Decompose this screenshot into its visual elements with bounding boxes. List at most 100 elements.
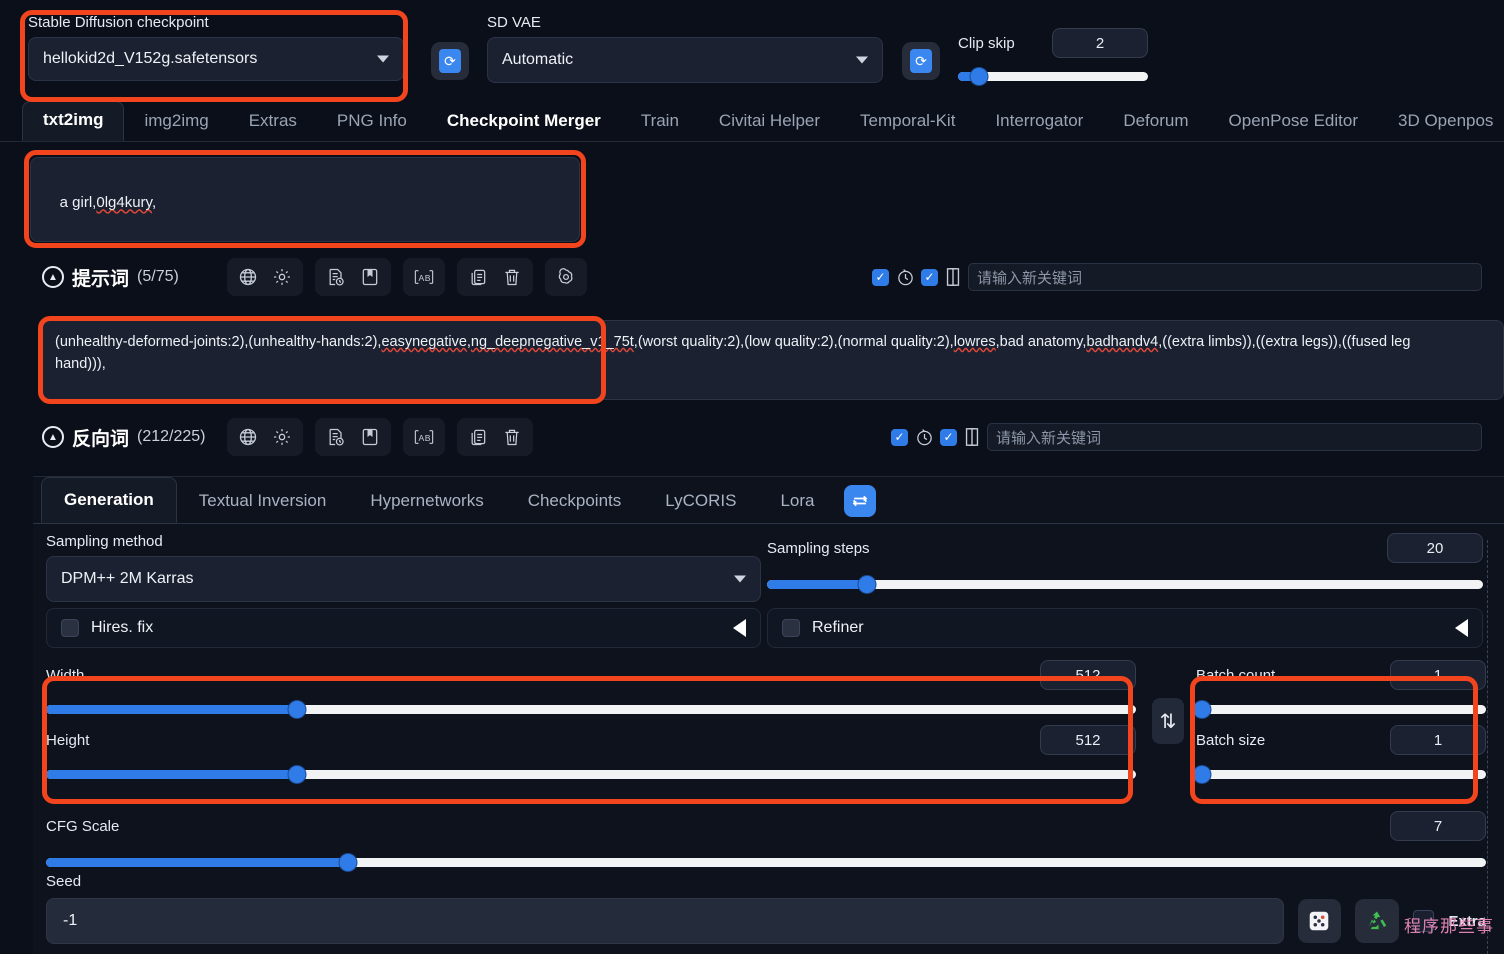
batch-size-value[interactable]: 1 [1390, 725, 1486, 755]
height-slider[interactable] [46, 765, 1136, 783]
clock-icon[interactable] [914, 427, 934, 447]
tab-openpose-editor[interactable]: OpenPose Editor [1209, 103, 1378, 141]
prompt-accordion-header[interactable]: ▲ 提示词 (5/75) [42, 264, 227, 291]
slider-knob[interactable] [1193, 765, 1211, 783]
swap-dimensions-button[interactable]: ⇅ [1152, 698, 1184, 744]
cfg-scale-slider[interactable] [46, 853, 1486, 871]
refresh-icon: ⟳ [910, 49, 932, 73]
watermark-text: 程序那些事 [1404, 917, 1494, 936]
text-cursor-icon[interactable] [944, 267, 962, 287]
slider-fill [767, 579, 868, 589]
gear-icon[interactable] [267, 262, 297, 292]
text-cursor-icon[interactable] [963, 427, 981, 447]
panel-tab-bar: Generation Textual Inversion Hypernetwor… [33, 477, 1504, 524]
prompt-keyword-input[interactable]: 请输入新关键词 [968, 263, 1482, 291]
tab-txt2img[interactable]: txt2img [22, 101, 125, 141]
tab-temporal-kit[interactable]: Temporal-Kit [840, 103, 975, 141]
keyword-checkbox-2[interactable]: ✓ [940, 428, 957, 446]
refresh-networks-button[interactable] [844, 485, 877, 517]
sampling-steps-value[interactable]: 20 [1387, 533, 1483, 563]
refresh-checkpoint-button[interactable]: ⟳ [431, 42, 469, 80]
refresh-vae-button[interactable]: ⟳ [902, 42, 940, 80]
width-value[interactable]: 512 [1040, 660, 1136, 690]
negative-accordion-header[interactable]: ▲ 反向词 (212/225) [42, 424, 227, 451]
prompt-textarea[interactable]: a girl,0lg4kury, [30, 157, 580, 242]
tab-lycoris[interactable]: LyCORIS [643, 479, 758, 523]
trash-icon[interactable] [497, 262, 527, 292]
refiner-accordion[interactable]: Refiner [767, 608, 1483, 648]
translate-ab-icon[interactable]: AB [409, 422, 439, 452]
tab-interrogator[interactable]: Interrogator [975, 103, 1103, 141]
negative-keyword-input[interactable]: 请输入新关键词 [987, 423, 1482, 451]
trash-icon[interactable] [497, 422, 527, 452]
sampling-method-select[interactable]: DPM++ 2M Karras [46, 556, 761, 602]
refiner-checkbox[interactable] [782, 619, 800, 637]
tab-lora[interactable]: Lora [758, 479, 836, 523]
expand-triangle-icon[interactable] [1455, 619, 1468, 637]
clip-skip-value[interactable]: 2 [1052, 28, 1148, 58]
cfg-scale-value[interactable]: 7 [1390, 811, 1486, 841]
tab-checkpoints[interactable]: Checkpoints [506, 479, 644, 523]
translate-ab-icon[interactable]: AB [409, 262, 439, 292]
neg-text-misspelled-3: lowres [953, 334, 996, 350]
swap-icon: ⇅ [1159, 710, 1177, 733]
hires-fix-accordion[interactable]: Hires. fix [46, 608, 761, 648]
reuse-seed-button[interactable] [1355, 899, 1399, 943]
doc-clock-icon[interactable] [321, 262, 351, 292]
collapse-chevron-up-icon[interactable]: ▲ [42, 426, 64, 448]
tab-img2img[interactable]: img2img [124, 103, 228, 141]
clock-icon[interactable] [895, 267, 915, 287]
slider-knob[interactable] [1193, 700, 1211, 718]
batch-count-value[interactable]: 1 [1390, 660, 1486, 690]
slider-knob[interactable] [288, 700, 306, 718]
bookmark-icon[interactable] [355, 422, 385, 452]
globe-icon[interactable] [233, 262, 263, 292]
hires-fix-checkbox[interactable] [61, 619, 79, 637]
hires-fix-label: Hires. fix [91, 619, 154, 636]
prompt-text-misspelled: 0lg4kury [96, 194, 152, 212]
slider-knob[interactable] [288, 765, 306, 783]
vae-select[interactable]: Automatic [487, 37, 883, 83]
tab-hypernetworks[interactable]: Hypernetworks [348, 479, 505, 523]
tab-checkpoint-merger[interactable]: Checkpoint Merger [427, 103, 621, 141]
slider-knob[interactable] [858, 575, 876, 593]
negative-icon-group-4 [457, 418, 533, 456]
clip-skip-label: Clip skip [958, 34, 1015, 52]
keyword-checkbox-2[interactable]: ✓ [921, 268, 938, 286]
globe-icon[interactable] [233, 422, 263, 452]
slider-track [1196, 704, 1486, 714]
copy-icon[interactable] [463, 422, 493, 452]
bookmark-icon[interactable] [355, 262, 385, 292]
doc-clock-icon[interactable] [321, 422, 351, 452]
tab-textual-inversion[interactable]: Textual Inversion [177, 479, 349, 523]
slider-knob[interactable] [970, 67, 988, 85]
collapse-chevron-up-icon[interactable]: ▲ [42, 266, 64, 288]
keyword-checkbox-1[interactable]: ✓ [891, 428, 908, 446]
openai-spiral-icon[interactable] [551, 262, 581, 292]
copy-icon[interactable] [463, 262, 493, 292]
clip-skip-slider[interactable] [958, 67, 1148, 85]
chevron-down-icon [377, 55, 389, 63]
tab-3d-openpose[interactable]: 3D Openpos [1378, 103, 1504, 141]
slider-track [1196, 769, 1486, 779]
negative-prompt-textarea[interactable]: (unhealthy-deformed-joints:2),(unhealthy… [42, 320, 1504, 400]
sampling-method-value: DPM++ 2M Karras [61, 570, 194, 587]
expand-triangle-icon[interactable] [733, 619, 746, 637]
batch-count-slider[interactable] [1193, 700, 1486, 718]
tab-train[interactable]: Train [621, 103, 699, 141]
tab-png-info[interactable]: PNG Info [317, 103, 427, 141]
sampling-steps-slider[interactable] [767, 575, 1483, 593]
height-value[interactable]: 512 [1040, 725, 1136, 755]
batch-size-slider[interactable] [1193, 765, 1486, 783]
tab-deforum[interactable]: Deforum [1103, 103, 1208, 141]
keyword-checkbox-1[interactable]: ✓ [872, 268, 889, 286]
slider-knob[interactable] [339, 853, 357, 871]
width-slider[interactable] [46, 700, 1136, 718]
tab-extras[interactable]: Extras [229, 103, 317, 141]
random-seed-button[interactable] [1297, 899, 1342, 943]
gear-icon[interactable] [267, 422, 297, 452]
seed-input[interactable]: -1 [46, 898, 1284, 944]
checkpoint-select[interactable]: hellokid2d_V152g.safetensors [28, 37, 404, 81]
tab-civitai-helper[interactable]: Civitai Helper [699, 103, 840, 141]
tab-generation[interactable]: Generation [41, 477, 177, 523]
